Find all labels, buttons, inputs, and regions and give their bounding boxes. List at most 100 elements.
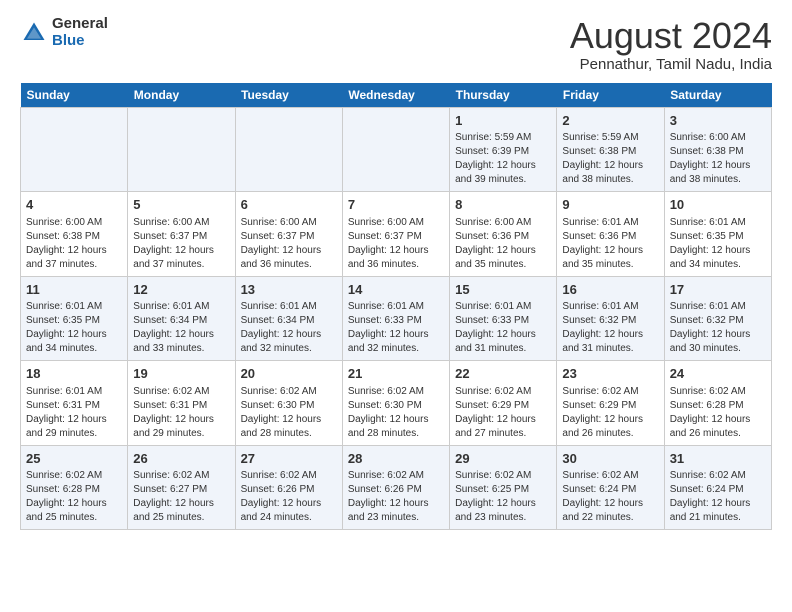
day-number: 8 xyxy=(455,196,551,214)
day-number: 31 xyxy=(670,450,766,468)
day-number: 2 xyxy=(562,112,658,130)
day-info: Sunrise: 6:01 AM Sunset: 6:34 PM Dayligh… xyxy=(133,300,229,356)
page: General Blue August 2024 Pennathur, Tami… xyxy=(0,0,792,540)
day-info: Sunrise: 6:01 AM Sunset: 6:32 PM Dayligh… xyxy=(670,300,766,356)
day-number: 27 xyxy=(241,450,337,468)
day-number: 25 xyxy=(26,450,122,468)
day-number: 3 xyxy=(670,112,766,130)
calendar-cell: 2Sunrise: 5:59 AM Sunset: 6:38 PM Daylig… xyxy=(557,107,664,192)
day-number: 22 xyxy=(455,365,551,383)
calendar-cell: 8 Sunrise: 6:00 AM Sunset: 6:36 PM Daylig… xyxy=(450,192,557,277)
logo-blue: Blue xyxy=(52,33,108,50)
calendar-cell: 3Sunrise: 6:00 AM Sunset: 6:38 PM Daylig… xyxy=(664,107,771,192)
day-number: 28 xyxy=(348,450,444,468)
day-number: 15 xyxy=(455,281,551,299)
calendar-cell: 28Sunrise: 6:02 AM Sunset: 6:26 PM Dayli… xyxy=(342,445,449,530)
calendar-cell: 22 Sunrise: 6:02 AM Sunset: 6:29 PM Dayli… xyxy=(450,361,557,446)
calendar-cell xyxy=(128,107,235,192)
day-number: 19 xyxy=(133,365,229,383)
main-title: August 2024 xyxy=(570,16,772,56)
calendar-cell: 23Sunrise: 6:02 AM Sunset: 6:29 PM Dayli… xyxy=(557,361,664,446)
day-info: Sunrise: 6:00 AM Sunset: 6:38 PM Dayligh… xyxy=(670,131,766,187)
day-info: Sunrise: 5:59 AM Sunset: 6:39 PM Dayligh… xyxy=(455,131,551,187)
header-area: General Blue August 2024 Pennathur, Tami… xyxy=(20,16,772,73)
day-info: Sunrise: 6:02 AM Sunset: 6:25 PM Dayligh… xyxy=(455,469,551,525)
day-info: Sunrise: 6:00 AM Sunset: 6:37 PM Dayligh… xyxy=(348,216,444,272)
day-info: Sunrise: 6:01 AM Sunset: 6:33 PM Dayligh… xyxy=(455,300,551,356)
logo-icon xyxy=(20,19,48,47)
calendar-cell: 16Sunrise: 6:01 AM Sunset: 6:32 PM Dayli… xyxy=(557,276,664,361)
week-row-3: 11Sunrise: 6:01 AM Sunset: 6:35 PM Dayli… xyxy=(21,276,772,361)
calendar: SundayMondayTuesdayWednesdayThursdayFrid… xyxy=(20,83,772,531)
day-info: Sunrise: 6:02 AM Sunset: 6:31 PM Dayligh… xyxy=(133,385,229,441)
calendar-cell: 18 Sunrise: 6:01 AM Sunset: 6:31 PM Dayli… xyxy=(21,361,128,446)
calendar-cell: 20Sunrise: 6:02 AM Sunset: 6:30 PM Dayli… xyxy=(235,361,342,446)
calendar-cell: 30Sunrise: 6:02 AM Sunset: 6:24 PM Dayli… xyxy=(557,445,664,530)
day-info: Sunrise: 6:01 AM Sunset: 6:36 PM Dayligh… xyxy=(562,216,658,272)
day-number: 18 xyxy=(26,365,122,383)
day-info: Sunrise: 6:01 AM Sunset: 6:33 PM Dayligh… xyxy=(348,300,444,356)
logo: General Blue xyxy=(20,16,108,49)
day-info: Sunrise: 6:00 AM Sunset: 6:37 PM Dayligh… xyxy=(133,216,229,272)
day-info: Sunrise: 6:02 AM Sunset: 6:26 PM Dayligh… xyxy=(348,469,444,525)
weekday-header-sunday: Sunday xyxy=(21,83,128,108)
week-row-2: 4 Sunrise: 6:00 AM Sunset: 6:38 PM Daylig… xyxy=(21,192,772,277)
weekday-header-saturday: Saturday xyxy=(664,83,771,108)
calendar-cell: 11Sunrise: 6:01 AM Sunset: 6:35 PM Dayli… xyxy=(21,276,128,361)
calendar-cell: 6Sunrise: 6:00 AM Sunset: 6:37 PM Daylig… xyxy=(235,192,342,277)
day-number: 21 xyxy=(348,365,444,383)
calendar-cell: 17Sunrise: 6:01 AM Sunset: 6:32 PM Dayli… xyxy=(664,276,771,361)
day-info: Sunrise: 6:02 AM Sunset: 6:29 PM Dayligh… xyxy=(562,385,658,441)
day-number: 20 xyxy=(241,365,337,383)
day-number: 11 xyxy=(26,281,122,299)
calendar-cell: 1Sunrise: 5:59 AM Sunset: 6:39 PM Daylig… xyxy=(450,107,557,192)
day-info: Sunrise: 6:01 AM Sunset: 6:34 PM Dayligh… xyxy=(241,300,337,356)
calendar-cell: 12Sunrise: 6:01 AM Sunset: 6:34 PM Dayli… xyxy=(128,276,235,361)
day-info: Sunrise: 5:59 AM Sunset: 6:38 PM Dayligh… xyxy=(562,131,658,187)
calendar-cell: 26Sunrise: 6:02 AM Sunset: 6:27 PM Dayli… xyxy=(128,445,235,530)
day-number: 10 xyxy=(670,196,766,214)
day-number: 9 xyxy=(562,196,658,214)
day-info: Sunrise: 6:00 AM Sunset: 6:36 PM Dayligh… xyxy=(455,216,551,272)
day-info: Sunrise: 6:00 AM Sunset: 6:38 PM Dayligh… xyxy=(26,216,122,272)
day-number: 26 xyxy=(133,450,229,468)
day-number: 6 xyxy=(241,196,337,214)
day-number: 16 xyxy=(562,281,658,299)
day-info: Sunrise: 6:02 AM Sunset: 6:24 PM Dayligh… xyxy=(670,469,766,525)
day-number: 4 xyxy=(26,196,122,214)
calendar-cell: 15Sunrise: 6:01 AM Sunset: 6:33 PM Dayli… xyxy=(450,276,557,361)
day-number: 30 xyxy=(562,450,658,468)
week-row-1: 1Sunrise: 5:59 AM Sunset: 6:39 PM Daylig… xyxy=(21,107,772,192)
day-info: Sunrise: 6:02 AM Sunset: 6:26 PM Dayligh… xyxy=(241,469,337,525)
calendar-cell: 29Sunrise: 6:02 AM Sunset: 6:25 PM Dayli… xyxy=(450,445,557,530)
calendar-cell: 7 Sunrise: 6:00 AM Sunset: 6:37 PM Daylig… xyxy=(342,192,449,277)
weekday-header-row: SundayMondayTuesdayWednesdayThursdayFrid… xyxy=(21,83,772,108)
day-info: Sunrise: 6:01 AM Sunset: 6:31 PM Dayligh… xyxy=(26,385,122,441)
logo-text: General Blue xyxy=(52,16,108,49)
calendar-cell xyxy=(342,107,449,192)
day-number: 13 xyxy=(241,281,337,299)
day-number: 7 xyxy=(348,196,444,214)
subtitle: Pennathur, Tamil Nadu, India xyxy=(570,56,772,73)
title-area: August 2024 Pennathur, Tamil Nadu, India xyxy=(570,16,772,73)
logo-general: General xyxy=(52,16,108,33)
weekday-header-tuesday: Tuesday xyxy=(235,83,342,108)
day-info: Sunrise: 6:01 AM Sunset: 6:35 PM Dayligh… xyxy=(26,300,122,356)
day-info: Sunrise: 6:01 AM Sunset: 6:32 PM Dayligh… xyxy=(562,300,658,356)
calendar-cell: 31Sunrise: 6:02 AM Sunset: 6:24 PM Dayli… xyxy=(664,445,771,530)
day-number: 29 xyxy=(455,450,551,468)
calendar-cell xyxy=(235,107,342,192)
day-number: 5 xyxy=(133,196,229,214)
week-row-4: 18 Sunrise: 6:01 AM Sunset: 6:31 PM Dayli… xyxy=(21,361,772,446)
day-number: 24 xyxy=(670,365,766,383)
weekday-header-thursday: Thursday xyxy=(450,83,557,108)
weekday-header-wednesday: Wednesday xyxy=(342,83,449,108)
day-info: Sunrise: 6:02 AM Sunset: 6:29 PM Dayligh… xyxy=(455,385,551,441)
calendar-cell: 25Sunrise: 6:02 AM Sunset: 6:28 PM Dayli… xyxy=(21,445,128,530)
calendar-cell: 24 Sunrise: 6:02 AM Sunset: 6:28 PM Dayli… xyxy=(664,361,771,446)
day-number: 14 xyxy=(348,281,444,299)
day-info: Sunrise: 6:01 AM Sunset: 6:35 PM Dayligh… xyxy=(670,216,766,272)
calendar-cell: 9 Sunrise: 6:01 AM Sunset: 6:36 PM Daylig… xyxy=(557,192,664,277)
calendar-cell: 21Sunrise: 6:02 AM Sunset: 6:30 PM Dayli… xyxy=(342,361,449,446)
day-info: Sunrise: 6:02 AM Sunset: 6:28 PM Dayligh… xyxy=(670,385,766,441)
